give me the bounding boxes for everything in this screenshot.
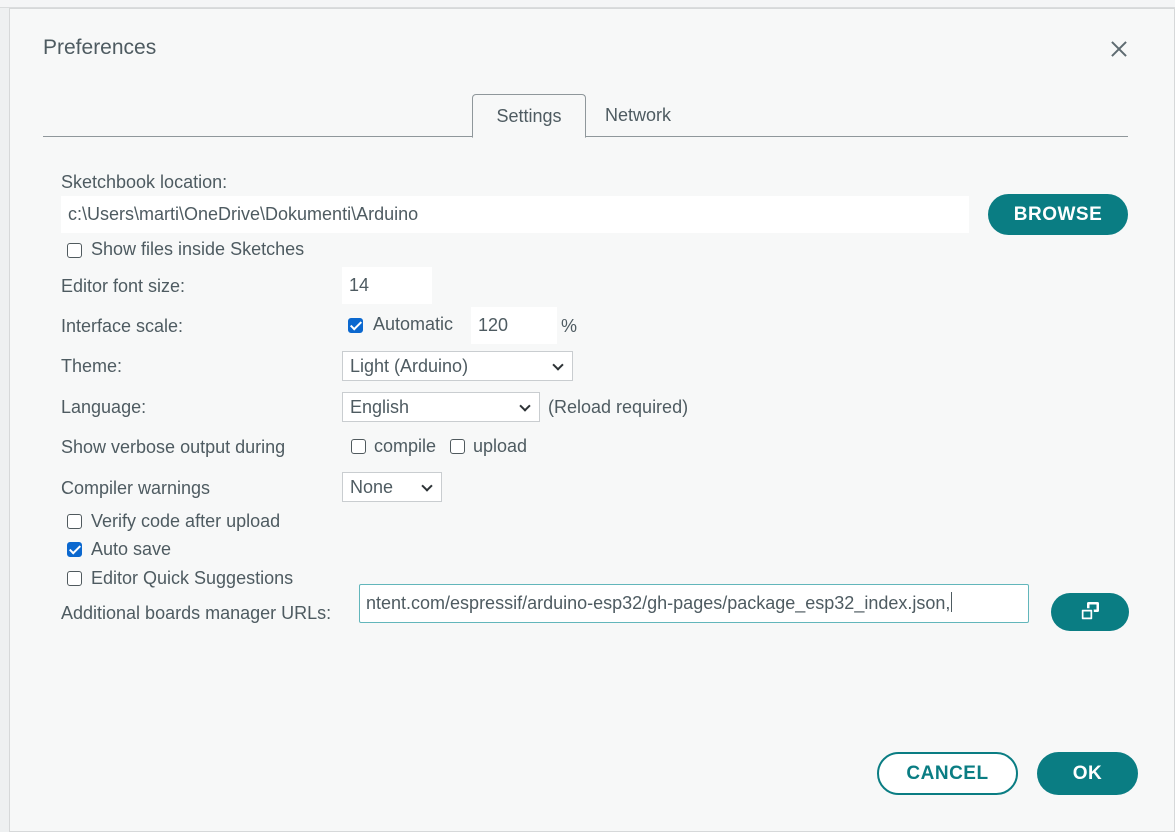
tab-settings[interactable]: Settings: [472, 94, 586, 138]
verbose-output-label: Show verbose output during: [61, 437, 286, 457]
sketchbook-location-label: Sketchbook location:: [61, 172, 228, 192]
boards-urls-value: ntent.com/espressif/arduino-esp32/gh-pag…: [366, 593, 951, 613]
verbose-upload-checkbox[interactable]: [450, 439, 465, 454]
quick-suggestions-checkbox[interactable]: [67, 571, 82, 586]
boards-urls-input[interactable]: ntent.com/espressif/arduino-esp32/gh-pag…: [359, 584, 1029, 623]
auto-save-label: Auto save: [91, 539, 172, 559]
language-reload-note: (Reload required): [548, 397, 689, 417]
chevron-down-icon: [421, 480, 433, 492]
background-window-edge: [0, 0, 1175, 8]
compiler-warnings-label: Compiler warnings: [61, 478, 211, 498]
chevron-down-icon: [552, 359, 564, 371]
verify-code-checkbox[interactable]: [67, 514, 82, 529]
verify-code-label: Verify code after upload: [91, 511, 281, 531]
language-select[interactable]: English: [342, 392, 540, 422]
boards-urls-label: Additional boards manager URLs:: [61, 603, 332, 623]
editor-font-size-input[interactable]: 14: [342, 267, 432, 304]
interface-scale-label: Interface scale:: [61, 316, 184, 336]
quick-suggestions-label: Editor Quick Suggestions: [91, 568, 294, 588]
interface-scale-automatic-label: Automatic: [373, 314, 454, 334]
chevron-down-icon: [519, 400, 531, 412]
verbose-compile-checkbox[interactable]: [351, 439, 366, 454]
show-files-label: Show files inside Sketches: [91, 239, 305, 259]
boards-urls-edit-button[interactable]: [1051, 593, 1129, 631]
theme-select-value: Light (Arduino): [350, 356, 469, 376]
theme-label: Theme:: [61, 356, 123, 376]
compiler-warnings-value: None: [350, 477, 394, 497]
language-select-value: English: [350, 397, 410, 417]
interface-scale-unit: %: [561, 316, 578, 336]
dialog-title: Preferences: [43, 36, 157, 59]
language-label: Language:: [61, 397, 147, 417]
verbose-compile-label: compile: [374, 436, 437, 456]
cancel-button[interactable]: CANCEL: [877, 752, 1018, 795]
sketchbook-location-input[interactable]: c:\Users\marti\OneDrive\Dokumenti\Arduin…: [61, 196, 969, 233]
open-window-icon: [1080, 602, 1099, 621]
editor-font-size-label: Editor font size:: [61, 276, 186, 296]
theme-select[interactable]: Light (Arduino): [342, 351, 573, 381]
verbose-upload-label: upload: [473, 436, 528, 456]
tab-network[interactable]: Network: [585, 94, 691, 137]
browse-button[interactable]: BROWSE: [988, 194, 1128, 235]
interface-scale-automatic-checkbox[interactable]: [348, 318, 363, 333]
close-icon[interactable]: [1107, 37, 1131, 61]
text-cursor: [951, 592, 953, 612]
show-files-checkbox[interactable]: [67, 243, 82, 258]
compiler-warnings-select[interactable]: None: [342, 472, 442, 502]
ok-button[interactable]: OK: [1037, 752, 1138, 795]
auto-save-checkbox[interactable]: [67, 542, 82, 557]
interface-scale-input[interactable]: 120: [471, 307, 557, 344]
